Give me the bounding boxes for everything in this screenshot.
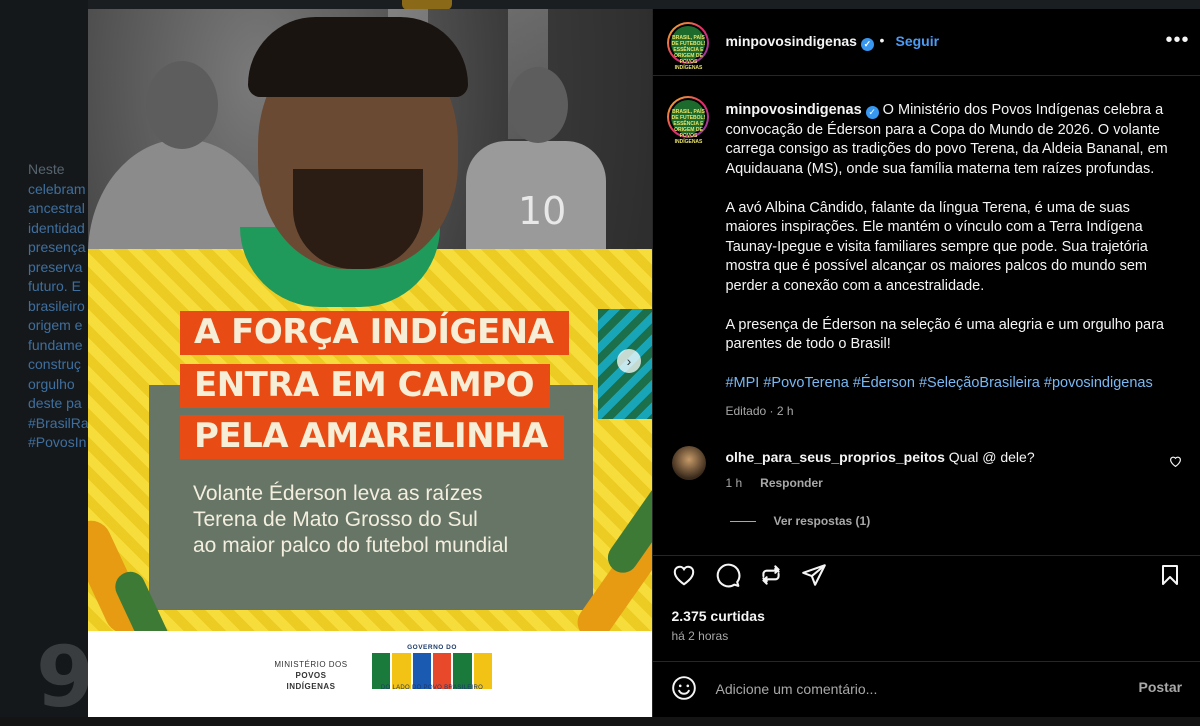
government-label: GOVERNO DO bbox=[407, 644, 457, 651]
actions-divider bbox=[653, 555, 1200, 556]
headline-line-1: A FORÇA INDÍGENA bbox=[180, 311, 570, 355]
post-media[interactable]: 10 A FORÇA INDÍGENA ENTRA EM CAMPO PELA … bbox=[88, 9, 653, 717]
commenter-avatar[interactable] bbox=[672, 446, 707, 480]
teammate-left-head bbox=[146, 61, 218, 149]
more-options-icon[interactable]: ••• bbox=[1165, 29, 1189, 52]
logo-strip bbox=[88, 631, 653, 717]
reply-button[interactable]: Responder bbox=[760, 476, 823, 490]
likes-count[interactable]: 2.375 curtidas bbox=[671, 608, 764, 624]
verified-badge-icon: ✓ bbox=[860, 38, 874, 51]
post-panel: BRASIL, PAÍS DE FUTEBOL! ESSÊNCIA E ORIG… bbox=[652, 9, 1200, 717]
chevron-right-icon: › bbox=[626, 353, 632, 369]
next-slide-button[interactable]: › bbox=[617, 349, 641, 373]
edited-timestamp: Editado · 2 h bbox=[725, 404, 794, 418]
hashtag-link[interactable]: #povosindigenas bbox=[1044, 375, 1153, 391]
government-tagline: DO LADO DO POVO BRASILEIRO bbox=[380, 685, 484, 691]
repost-icon[interactable] bbox=[758, 562, 786, 590]
subtitle-line: Terena de Mato Grosso do Sul bbox=[193, 508, 478, 531]
separator-dot: • bbox=[879, 32, 885, 48]
post-caption: minpovosindigenas ✓ O Ministério dos Povo… bbox=[725, 101, 1181, 413]
share-paper-plane-icon[interactable] bbox=[801, 562, 829, 590]
hashtag-link[interactable]: #Éderson bbox=[853, 375, 915, 391]
background-big-digit: 9 bbox=[36, 628, 95, 726]
emoji-smiley-icon[interactable] bbox=[671, 675, 697, 701]
teammate-right-head bbox=[508, 67, 568, 143]
post-header: BRASIL, PAÍS DE FUTEBOL! ESSÊNCIA E ORIG… bbox=[653, 9, 1200, 76]
subtitle-line: ao maior palco do futebol mundial bbox=[193, 534, 509, 557]
post-time: há 2 horas bbox=[671, 629, 729, 643]
like-heart-icon[interactable] bbox=[671, 562, 699, 590]
hashtag-link[interactable]: #MPI bbox=[725, 375, 759, 391]
replies-divider bbox=[730, 521, 757, 522]
view-replies-button[interactable]: Ver respostas (1) bbox=[773, 514, 870, 528]
verified-badge-icon: ✓ bbox=[865, 106, 879, 119]
jersey-number: 10 bbox=[518, 189, 567, 233]
caption-username[interactable]: minpovosindigenas bbox=[725, 102, 861, 118]
ministry-logo: MINISTÉRIO DOS POVOS INDÍGENAS bbox=[274, 660, 348, 691]
comment: olhe_para_seus_proprios_peitos Qual @ de… bbox=[725, 449, 1035, 465]
comment-like-heart-icon[interactable] bbox=[1169, 455, 1182, 470]
comment-bubble-icon[interactable] bbox=[715, 562, 743, 590]
headline-line-3: PELA AMARELINHA bbox=[180, 415, 564, 459]
subtitle-line: Volante Éderson leva as raízes bbox=[193, 482, 483, 505]
hashtag-link[interactable]: #SeleçãoBrasileira bbox=[919, 375, 1040, 391]
hashtag-link[interactable]: #PovoTerena bbox=[763, 375, 848, 391]
subtitle-text: Volante Éderson leva as raízes Terena de… bbox=[193, 481, 583, 559]
save-bookmark-icon[interactable] bbox=[1158, 562, 1186, 590]
add-comment-input[interactable] bbox=[713, 677, 1098, 701]
hashtags: #MPI #PovoTerena #Éderson #SeleçãoBrasil… bbox=[725, 374, 1181, 394]
background-caption-fragment: Neste celebram ancestral identidad prese… bbox=[28, 161, 89, 450]
author-username[interactable]: minpovosindigenas ✓ bbox=[725, 33, 874, 51]
commenter-username[interactable]: olhe_para_seus_proprios_peitos bbox=[725, 449, 944, 465]
main-player-hair bbox=[248, 17, 468, 97]
headline-line-2: ENTRA EM CAMPO bbox=[180, 364, 551, 408]
add-comment-divider bbox=[653, 661, 1200, 662]
brasil-wordmark bbox=[372, 653, 492, 689]
post-comment-button[interactable]: Postar bbox=[1138, 679, 1182, 695]
author-avatar[interactable]: BRASIL, PAÍS DE FUTEBOL! ESSÊNCIA E ORIG… bbox=[667, 22, 710, 71]
comment-meta: 1 h Responder bbox=[725, 476, 823, 490]
post-modal: 10 A FORÇA INDÍGENA ENTRA EM CAMPO PELA … bbox=[88, 9, 1200, 717]
follow-button[interactable]: Seguir bbox=[895, 33, 939, 49]
caption-author-avatar[interactable]: BRASIL, PAÍS DE FUTEBOL! ESSÊNCIA E ORIG… bbox=[667, 96, 710, 145]
